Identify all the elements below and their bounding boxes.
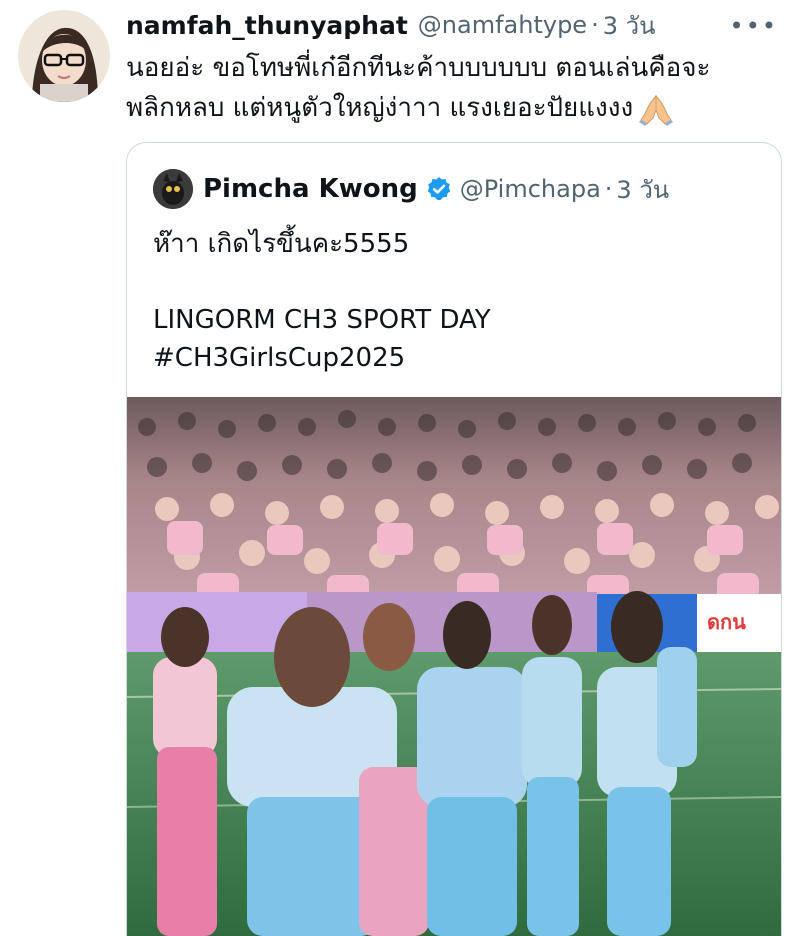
quoted-tweet-header: Pimcha Kwong @Pimchapa · 3 วัน: [153, 169, 669, 209]
separator-dot: ·: [591, 11, 599, 39]
tweet-body: นอยอ่ะ ขอโทษพี่เก๋อีกทีนะค้าบบบบบบ ตอนเล…: [126, 48, 786, 128]
tweet-text-line: พลิกหลบ แต่หนูตัวใหญ่ง่าาา แรงเยอะปัยแงง…: [126, 88, 786, 128]
separator-dot: ·: [604, 175, 613, 203]
author-handle[interactable]: @namfahtype: [418, 11, 587, 39]
author-display-name[interactable]: namfah_thunyaphat: [126, 11, 408, 40]
quoted-timestamp[interactable]: 3 วัน: [616, 170, 669, 209]
quoted-media-photo[interactable]: ดกน: [127, 397, 781, 936]
tweet-text-line-content: พลิกหลบ แต่หนูตัวใหญ่ง่าาา แรงเยอะปัยแงง…: [126, 93, 634, 123]
verified-badge-icon: [427, 177, 451, 201]
quoted-text-line[interactable]: #CH3GirlsCup2025: [153, 339, 491, 377]
quoted-text-line: [153, 263, 491, 301]
folded-hands-icon: [639, 94, 674, 126]
quoted-display-name[interactable]: Pimcha Kwong: [203, 174, 418, 204]
tweet-timestamp[interactable]: 3 วัน: [603, 6, 656, 45]
tweet-header: namfah_thunyaphat @namfahtype · 3 วัน: [126, 6, 786, 44]
quoted-tweet-card[interactable]: Pimcha Kwong @Pimchapa · 3 วัน ห๊าา เกิด…: [126, 142, 782, 936]
more-options-icon[interactable]: •••: [730, 12, 778, 40]
quoted-text-line: ห๊าา เกิดไรขึ้นคะ5555: [153, 229, 410, 259]
quoted-author-avatar[interactable]: [153, 169, 193, 209]
tweet-text-line: นอยอ่ะ ขอโทษพี่เก๋อีกทีนะค้าบบบบบบ ตอนเล…: [126, 53, 711, 83]
svg-text:ดกน: ดกน: [707, 610, 746, 634]
quoted-avatar-image: [153, 169, 193, 209]
author-avatar[interactable]: [18, 10, 110, 102]
quoted-tweet-body: ห๊าา เกิดไรขึ้นคะ5555 LINGORM CH3 SPORT …: [153, 225, 491, 377]
avatar-photo: [18, 10, 110, 102]
quoted-handle[interactable]: @Pimchapa: [460, 175, 601, 203]
quoted-text-line: LINGORM CH3 SPORT DAY: [153, 305, 491, 335]
